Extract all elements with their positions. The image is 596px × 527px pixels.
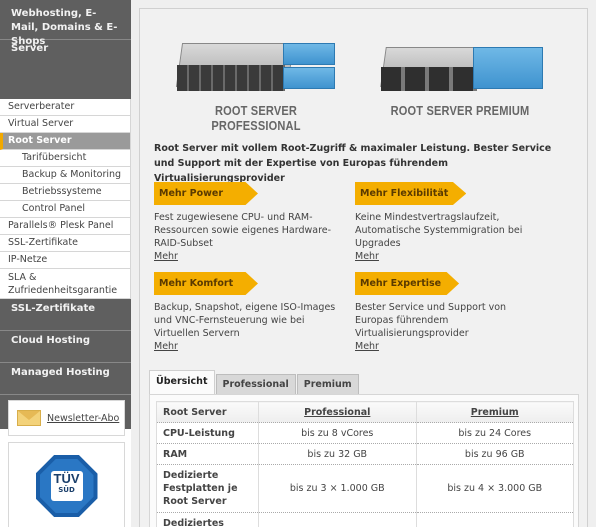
header-professional[interactable]: Professional <box>258 401 417 423</box>
feature-description: Backup, Snapshot, eigene ISO-Images und … <box>154 302 336 339</box>
nav-webhosting[interactable]: Webhosting, E-Mail, Domains & E-Shops <box>0 0 131 47</box>
nav-server[interactable]: Server <box>0 40 131 99</box>
tab-professional[interactable]: Professional <box>215 374 296 394</box>
row-label: RAM <box>156 443 259 465</box>
sidebar-item-virtual-server[interactable]: Virtual Server <box>0 116 131 133</box>
row-value-professional: bis zu 32 GB <box>258 443 417 465</box>
tuev-badge-icon: TÜV SÜD <box>35 455 98 517</box>
table-row: Dedizierte Festplatten je Root Server bi… <box>156 464 574 513</box>
feature-title: Mehr Flexibilität <box>355 182 467 205</box>
feature-more-link[interactable]: Mehr <box>355 341 379 352</box>
feature-more-link[interactable]: Mehr <box>154 341 178 352</box>
feature-expertise: Mehr Expertise Bester Service und Suppor… <box>355 272 545 353</box>
feature-description: Bester Service und Support von Europas f… <box>355 302 507 339</box>
intro-text: Root Server mit vollem Root-Zugriff & ma… <box>154 143 552 184</box>
sidebar-item-plesk-panel[interactable]: Parallels® Plesk Panel <box>0 218 131 235</box>
sidebar-item-control-panel[interactable]: Control Panel <box>0 201 131 218</box>
row-label: CPU-Leistung <box>156 422 259 444</box>
product-professional[interactable]: ROOT SERVER PROFESSIONAL <box>156 31 356 133</box>
server-premium-image <box>375 31 545 93</box>
sidebar-item-backup-monitoring[interactable]: Backup & Monitoring <box>0 167 131 184</box>
feature-more-link[interactable]: Mehr <box>154 251 178 262</box>
feature-title: Mehr Power <box>154 182 258 205</box>
sidebar-item-tarifuebersicht[interactable]: Tarifübersicht <box>0 150 131 167</box>
table-row: Dediziertes <box>156 512 574 527</box>
newsletter-box: Newsletter-Abo <box>8 400 125 436</box>
header-root-server: Root Server <box>156 401 259 423</box>
badge-line1: TÜV <box>53 471 80 486</box>
tab-premium[interactable]: Premium <box>296 374 359 394</box>
sidebar: Webhosting, E-Mail, Domains & E-Shops Se… <box>0 0 131 527</box>
sidebar-item-ssl-zertifikate[interactable]: SSL-Zertifikate <box>0 235 131 252</box>
row-value-premium <box>416 512 574 527</box>
table-header-row: Root Server Professional Premium <box>156 401 574 423</box>
comparison-tabs: Übersicht Professional Premium <box>149 370 360 394</box>
sidebar-item-ip-netze[interactable]: IP-Netze <box>0 252 131 269</box>
server-professional-image <box>171 31 341 93</box>
sidebar-item-betriebssysteme[interactable]: Betriebssysteme <box>0 184 131 201</box>
product-name: ROOT SERVER PREMIUM <box>390 103 530 118</box>
feature-title: Mehr Expertise <box>355 272 460 295</box>
feature-power: Mehr Power Fest zugewiesene CPU- und RAM… <box>154 182 344 263</box>
content-panel: ROOT SERVER PROFESSIONAL ROOT SERVER PRE… <box>139 8 588 527</box>
feature-flexibility: Mehr Flexibilität Keine Mindestvertragsl… <box>355 182 545 263</box>
nav-cloud-hosting[interactable]: Cloud Hosting <box>0 331 131 363</box>
row-value-premium: bis zu 24 Cores <box>416 422 574 444</box>
sidebar-item-sla[interactable]: SLA & Zufriedenheitsgarantie <box>0 269 131 299</box>
table-row: CPU-Leistung bis zu 8 vCores bis zu 24 C… <box>156 422 574 444</box>
row-value-premium: bis zu 96 GB <box>416 443 574 465</box>
tab-uebersicht[interactable]: Übersicht <box>149 370 215 394</box>
row-label: Dedizierte Festplatten je Root Server <box>156 464 259 513</box>
sidebar-item-serverberater[interactable]: Serverberater <box>0 99 131 116</box>
product-name: ROOT SERVER PROFESSIONAL <box>211 103 301 133</box>
tab-panel: Root Server Professional Premium CPU-Lei… <box>149 394 579 527</box>
badge-line2: SÜD <box>58 486 75 494</box>
nav-ssl-zertifikate[interactable]: SSL-Zertifikate <box>0 299 131 331</box>
table-row: RAM bis zu 32 GB bis zu 96 GB <box>156 443 574 465</box>
feature-description: Fest zugewiesene CPU- und RAM-Ressourcen… <box>154 212 332 249</box>
row-value-professional: bis zu 8 vCores <box>258 422 417 444</box>
sidebar-item-root-server[interactable]: Root Server <box>0 133 131 150</box>
feature-comfort: Mehr Komfort Backup, Snapshot, eigene IS… <box>154 272 344 353</box>
certification-box: TÜV SÜD <box>8 442 125 527</box>
envelope-icon <box>17 410 41 426</box>
newsletter-link[interactable]: Newsletter-Abo <box>47 413 119 424</box>
feature-title: Mehr Komfort <box>154 272 258 295</box>
comparison-table: Root Server Professional Premium CPU-Lei… <box>156 401 574 527</box>
feature-description: Keine Mindestvertragslaufzeit, Automatis… <box>355 212 523 249</box>
feature-more-link[interactable]: Mehr <box>355 251 379 262</box>
product-premium[interactable]: ROOT SERVER PREMIUM <box>360 31 560 118</box>
header-premium[interactable]: Premium <box>416 401 574 423</box>
row-value-premium: bis zu 4 × 3.000 GB <box>416 464 574 513</box>
row-value-professional <box>258 512 417 527</box>
nav-managed-hosting[interactable]: Managed Hosting <box>0 363 131 395</box>
row-label: Dediziertes <box>156 512 259 527</box>
main-area: ROOT SERVER PROFESSIONAL ROOT SERVER PRE… <box>131 0 596 527</box>
row-value-professional: bis zu 3 × 1.000 GB <box>258 464 417 513</box>
